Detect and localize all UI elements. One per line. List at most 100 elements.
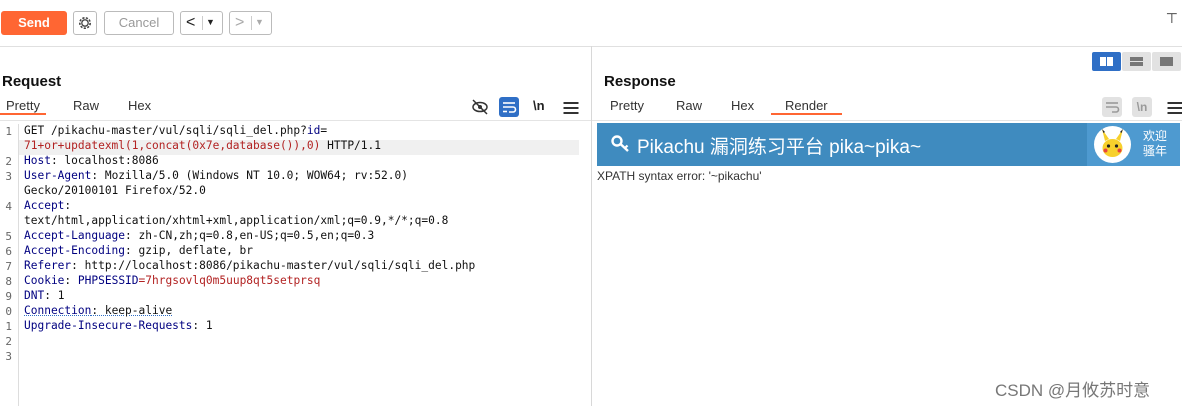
header-value: : [64, 199, 72, 212]
gear-icon [79, 17, 91, 29]
stacked-view-button[interactable] [1122, 52, 1151, 71]
back-arrow-icon[interactable]: < [186, 13, 195, 33]
header-value: text/html,application/xhtml+xml,applicat… [24, 214, 449, 227]
pin-icon[interactable]: ⊤ [1166, 10, 1178, 27]
wrap-lines-icon[interactable] [499, 97, 519, 117]
header-value: : gzip, deflate, br [125, 244, 254, 257]
header-name: Host [24, 154, 51, 167]
header-value: : 1 [192, 319, 213, 332]
back-button-group[interactable]: < ▼ [180, 11, 223, 35]
request-line-4[interactable]: Accept: [24, 199, 71, 212]
code-text: HTTP/1.1 [320, 139, 381, 152]
code-text: = [320, 124, 328, 137]
settings-button[interactable] [73, 11, 97, 35]
pikachu-avatar-icon [1102, 129, 1123, 157]
header-name: Accept-Encoding [24, 244, 126, 257]
cookie-value: =7hrgsovlq0m5uup8qt5setprsq [138, 274, 321, 287]
columns-icon [1100, 57, 1113, 66]
hide-eye-icon[interactable] [470, 97, 490, 117]
line-number: 7 [5, 260, 12, 273]
tabs-divider [0, 120, 591, 121]
forward-arrow-icon[interactable]: > [235, 13, 244, 33]
tab-hex[interactable]: Hex [731, 98, 754, 113]
request-line-8[interactable]: Cookie: PHPSESSID=7hrgsovlq0m5uup8qt5set… [24, 274, 320, 287]
banner-title: Pikachu 漏洞练习平台 pika~pika~ [637, 137, 922, 158]
request-line-3-cont[interactable]: Gecko/20100101 Firefox/52.0 [24, 184, 206, 197]
chevron-down-icon[interactable]: ▼ [206, 17, 215, 27]
newline-toggle[interactable]: \n [533, 98, 545, 113]
newline-toggle[interactable]: \n [1132, 97, 1152, 117]
line-number: 1 [5, 125, 12, 138]
header-value: : Mozilla/5.0 (Windows NT 10.0; WOW64; r… [91, 169, 408, 182]
single-pane-icon [1160, 57, 1173, 66]
request-line-1-cont[interactable]: 71+or+updatexml(1,concat(0x7e,database()… [24, 139, 381, 152]
header-name: DNT [24, 289, 45, 302]
request-line-11[interactable]: Upgrade-Insecure-Requests: 1 [24, 319, 213, 332]
tab-pretty[interactable]: Pretty [610, 98, 644, 113]
line-number: 8 [5, 275, 12, 288]
forward-button-group[interactable]: > ▼ [229, 11, 272, 35]
param-value: 71+or+updatexml(1,concat(0x7e,database()… [24, 139, 321, 152]
chevron-down-icon[interactable]: ▼ [255, 17, 264, 27]
top-toolbar: Send Cancel < ▼ > ▼ ⊤ [0, 0, 1182, 47]
header-value: : zh-CN,zh;q=0.8,en-US;q=0.5,en;q=0.3 [125, 229, 375, 242]
separator [251, 16, 252, 30]
request-line-6[interactable]: Accept-Encoding: gzip, deflate, br [24, 244, 253, 257]
header-value: : [64, 274, 78, 287]
single-view-button[interactable] [1152, 52, 1181, 71]
request-line-10[interactable]: Connection: keep-alive [24, 304, 172, 317]
request-line-5[interactable]: Accept-Language: zh-CN,zh;q=0.8,en-US;q=… [24, 229, 374, 242]
header-name: Referer [24, 259, 72, 272]
cancel-button[interactable]: Cancel [104, 11, 174, 35]
request-line-2[interactable]: Host: localhost:8086 [24, 154, 159, 167]
header-name: Accept-Language [24, 229, 126, 242]
layout-toggle [1092, 52, 1182, 72]
line-number: 2 [5, 155, 12, 168]
menu-icon[interactable] [1165, 98, 1182, 118]
response-title: Response [604, 73, 676, 90]
header-value: Gecko/20100101 Firefox/52.0 [24, 184, 206, 197]
line-number: 6 [5, 245, 12, 258]
line-number: 3 [5, 170, 12, 183]
code-text: GET /pikachu-master/vul/sqli/sqli_del.ph… [24, 124, 307, 137]
line-number: 3 [5, 350, 12, 363]
header-value: : keep-alive [91, 304, 173, 317]
line-number: 0 [5, 305, 12, 318]
request-line-4-cont[interactable]: text/html,application/xhtml+xml,applicat… [24, 214, 448, 227]
request-line-3[interactable]: User-Agent: Mozilla/5.0 (Windows NT 10.0… [24, 169, 408, 182]
rendered-banner: Pikachu 漏洞练习平台 pika~pika~ 欢迎 骚年 [597, 123, 1180, 166]
tab-render[interactable]: Render [771, 98, 842, 115]
line-number: 2 [5, 335, 12, 348]
tabs-divider [592, 120, 1182, 121]
tab-raw[interactable]: Raw [676, 98, 702, 113]
user-area: 欢迎 骚年 [1087, 123, 1180, 166]
line-number: 5 [5, 230, 12, 243]
tab-pretty[interactable]: Pretty [0, 98, 46, 115]
header-name: Cookie [24, 274, 65, 287]
send-button[interactable]: Send [1, 11, 67, 35]
header-name: Accept [24, 199, 65, 212]
welcome-text: 欢迎 骚年 [1143, 129, 1168, 158]
tab-hex[interactable]: Hex [128, 98, 151, 113]
line-number: 4 [5, 200, 12, 213]
request-line-1[interactable]: GET /pikachu-master/vul/sqli/sqli_del.ph… [24, 124, 327, 137]
request-line-7[interactable]: Referer: http://localhost:8086/pikachu-m… [24, 259, 475, 272]
panel-divider[interactable] [591, 46, 592, 406]
side-by-side-view-button[interactable] [1092, 52, 1121, 71]
request-title: Request [2, 73, 62, 90]
wrap-lines-icon[interactable] [1102, 97, 1122, 117]
header-name: User-Agent [24, 169, 92, 182]
menu-icon[interactable] [561, 98, 581, 118]
header-value: : 1 [44, 289, 65, 302]
line-number: 1 [5, 320, 12, 333]
key-icon [611, 135, 629, 152]
cookie-name: PHPSESSID [77, 274, 139, 287]
tab-raw[interactable]: Raw [73, 98, 99, 113]
header-value: : localhost:8086 [50, 154, 159, 167]
separator [202, 16, 203, 30]
avatar [1094, 126, 1131, 163]
watermark: CSDN @月攸苏时意 [995, 381, 1151, 400]
header-value: : http://localhost:8086/pikachu-master/v… [71, 259, 476, 272]
line-number: 9 [5, 290, 12, 303]
request-line-9[interactable]: DNT: 1 [24, 289, 64, 302]
